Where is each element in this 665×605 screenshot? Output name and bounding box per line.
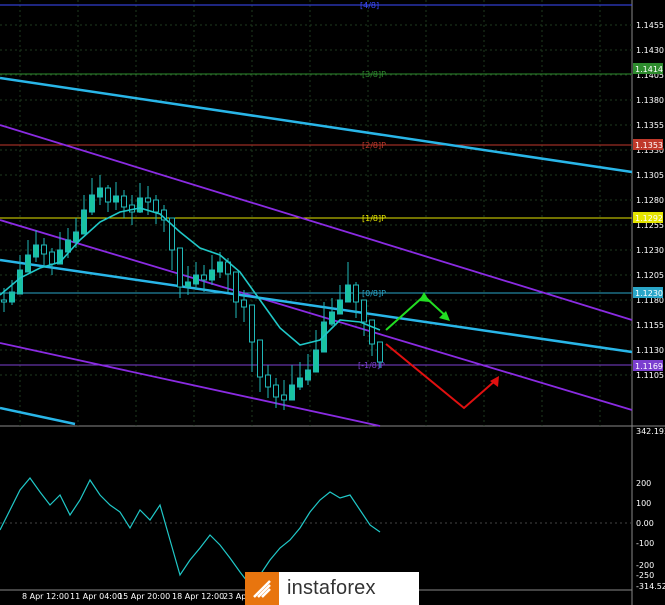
channel-middle-line bbox=[0, 219, 633, 411]
price-tick-label: 1.1230 bbox=[636, 246, 664, 255]
candle-body bbox=[105, 187, 111, 203]
candle-body bbox=[313, 349, 319, 373]
candle-body bbox=[137, 197, 143, 213]
candle-body bbox=[193, 274, 199, 285]
time-tick-label: 15 Apr 20:00 bbox=[118, 592, 170, 601]
candle-body bbox=[41, 244, 47, 255]
price-tick-label: 1.1355 bbox=[636, 121, 664, 130]
price-tag-label: 1.1353 bbox=[635, 141, 663, 150]
candle-body bbox=[201, 274, 207, 281]
cci-indicator-line bbox=[0, 477, 381, 586]
candle-body bbox=[89, 194, 95, 213]
candle-body bbox=[281, 394, 287, 401]
murray-level-label: [3/8]P bbox=[362, 70, 386, 79]
candle-body bbox=[329, 311, 335, 325]
instaforex-logo-icon bbox=[245, 572, 279, 605]
candle-body bbox=[337, 299, 343, 315]
indicator-tick-label: -100 bbox=[636, 539, 654, 548]
candle-body bbox=[49, 251, 55, 265]
watermark-brand: instaforex bbox=[287, 577, 376, 599]
murray-level-label: [2/8]P bbox=[362, 141, 386, 150]
candle-body bbox=[305, 369, 311, 381]
candle-body bbox=[73, 231, 79, 243]
trend-line-upper bbox=[0, 76, 633, 174]
candle-body bbox=[9, 291, 15, 303]
candle-body bbox=[209, 269, 215, 281]
candle-body bbox=[289, 384, 295, 401]
price-tag-label: 1.1230 bbox=[635, 289, 663, 298]
channel-upper-line bbox=[0, 124, 633, 321]
candle-body bbox=[233, 271, 239, 303]
candle-body bbox=[241, 299, 247, 308]
indicator-tick-label: 0.00 bbox=[636, 519, 654, 528]
murray-level-label: [4/8] bbox=[360, 1, 379, 10]
murray-level-label: [0/8]P bbox=[362, 289, 386, 298]
candle-body bbox=[249, 304, 255, 343]
candle-body bbox=[1, 299, 7, 303]
candle-body bbox=[273, 384, 279, 398]
candle-body bbox=[297, 377, 303, 388]
candle-body bbox=[153, 199, 159, 213]
price-tick-label: 1.1455 bbox=[636, 21, 664, 30]
price-tag-label: 1.1169 bbox=[635, 362, 663, 371]
candle-body bbox=[257, 339, 263, 378]
trend-line-bottom bbox=[0, 406, 76, 426]
candle-body bbox=[353, 284, 359, 303]
murray-level-label: [1/8]P bbox=[362, 214, 386, 223]
channel-lower-line bbox=[0, 342, 381, 427]
candle-body bbox=[25, 254, 31, 273]
indicator-tick-label: -314.522 bbox=[636, 582, 665, 591]
candle-body bbox=[17, 269, 23, 295]
instaforex-watermark: instaforex bbox=[245, 572, 419, 605]
price-tag-label: 1.1414 bbox=[635, 65, 663, 74]
candle-body bbox=[177, 247, 183, 288]
indicator-tick-label: 100 bbox=[636, 499, 651, 508]
candle-body bbox=[97, 187, 103, 198]
candle-body bbox=[145, 197, 151, 203]
price-tick-label: 1.1205 bbox=[636, 271, 664, 280]
indicator-tick-label: 200 bbox=[636, 479, 651, 488]
candle-body bbox=[185, 281, 191, 288]
price-chart[interactable]: 1.14551.14301.14051.13801.13551.13301.13… bbox=[0, 0, 665, 605]
indicator-tick-label: 342.1937 bbox=[636, 427, 665, 436]
time-tick-label: 18 Apr 12:00 bbox=[172, 592, 224, 601]
indicator-tick-label: -200 bbox=[636, 561, 654, 570]
candle-body bbox=[361, 299, 367, 323]
time-tick-label: 8 Apr 12:00 bbox=[22, 592, 69, 601]
candle-body bbox=[377, 341, 383, 363]
price-tick-label: 1.1155 bbox=[636, 321, 664, 330]
candle-body bbox=[217, 261, 223, 273]
price-tick-label: 1.1380 bbox=[636, 96, 664, 105]
candle-body bbox=[113, 195, 119, 203]
candle-body bbox=[33, 244, 39, 258]
chart-window: 1.1455 1.1430 1.1405 1.1380 1.1355 1.1330 1.13… bbox=[0, 0, 665, 605]
price-tick-label: 1.1130 bbox=[636, 346, 664, 355]
candle-body bbox=[265, 374, 271, 388]
price-tick-label: 1.1430 bbox=[636, 46, 664, 55]
price-tick-label: 1.1305 bbox=[636, 171, 664, 180]
candle-body bbox=[345, 284, 351, 303]
indicator-tick-label: -250 bbox=[636, 571, 654, 580]
candle-body bbox=[369, 319, 375, 345]
price-tick-label: 1.1280 bbox=[636, 196, 664, 205]
candle-body bbox=[121, 195, 127, 208]
time-tick-label: 11 Apr 04:00 bbox=[70, 592, 122, 601]
candle-body bbox=[81, 209, 87, 235]
price-tag-label: 1.1292 bbox=[635, 214, 663, 223]
price-tick-label: 1.1105 bbox=[636, 371, 664, 380]
forecast-down-arrow bbox=[385, 343, 497, 410]
